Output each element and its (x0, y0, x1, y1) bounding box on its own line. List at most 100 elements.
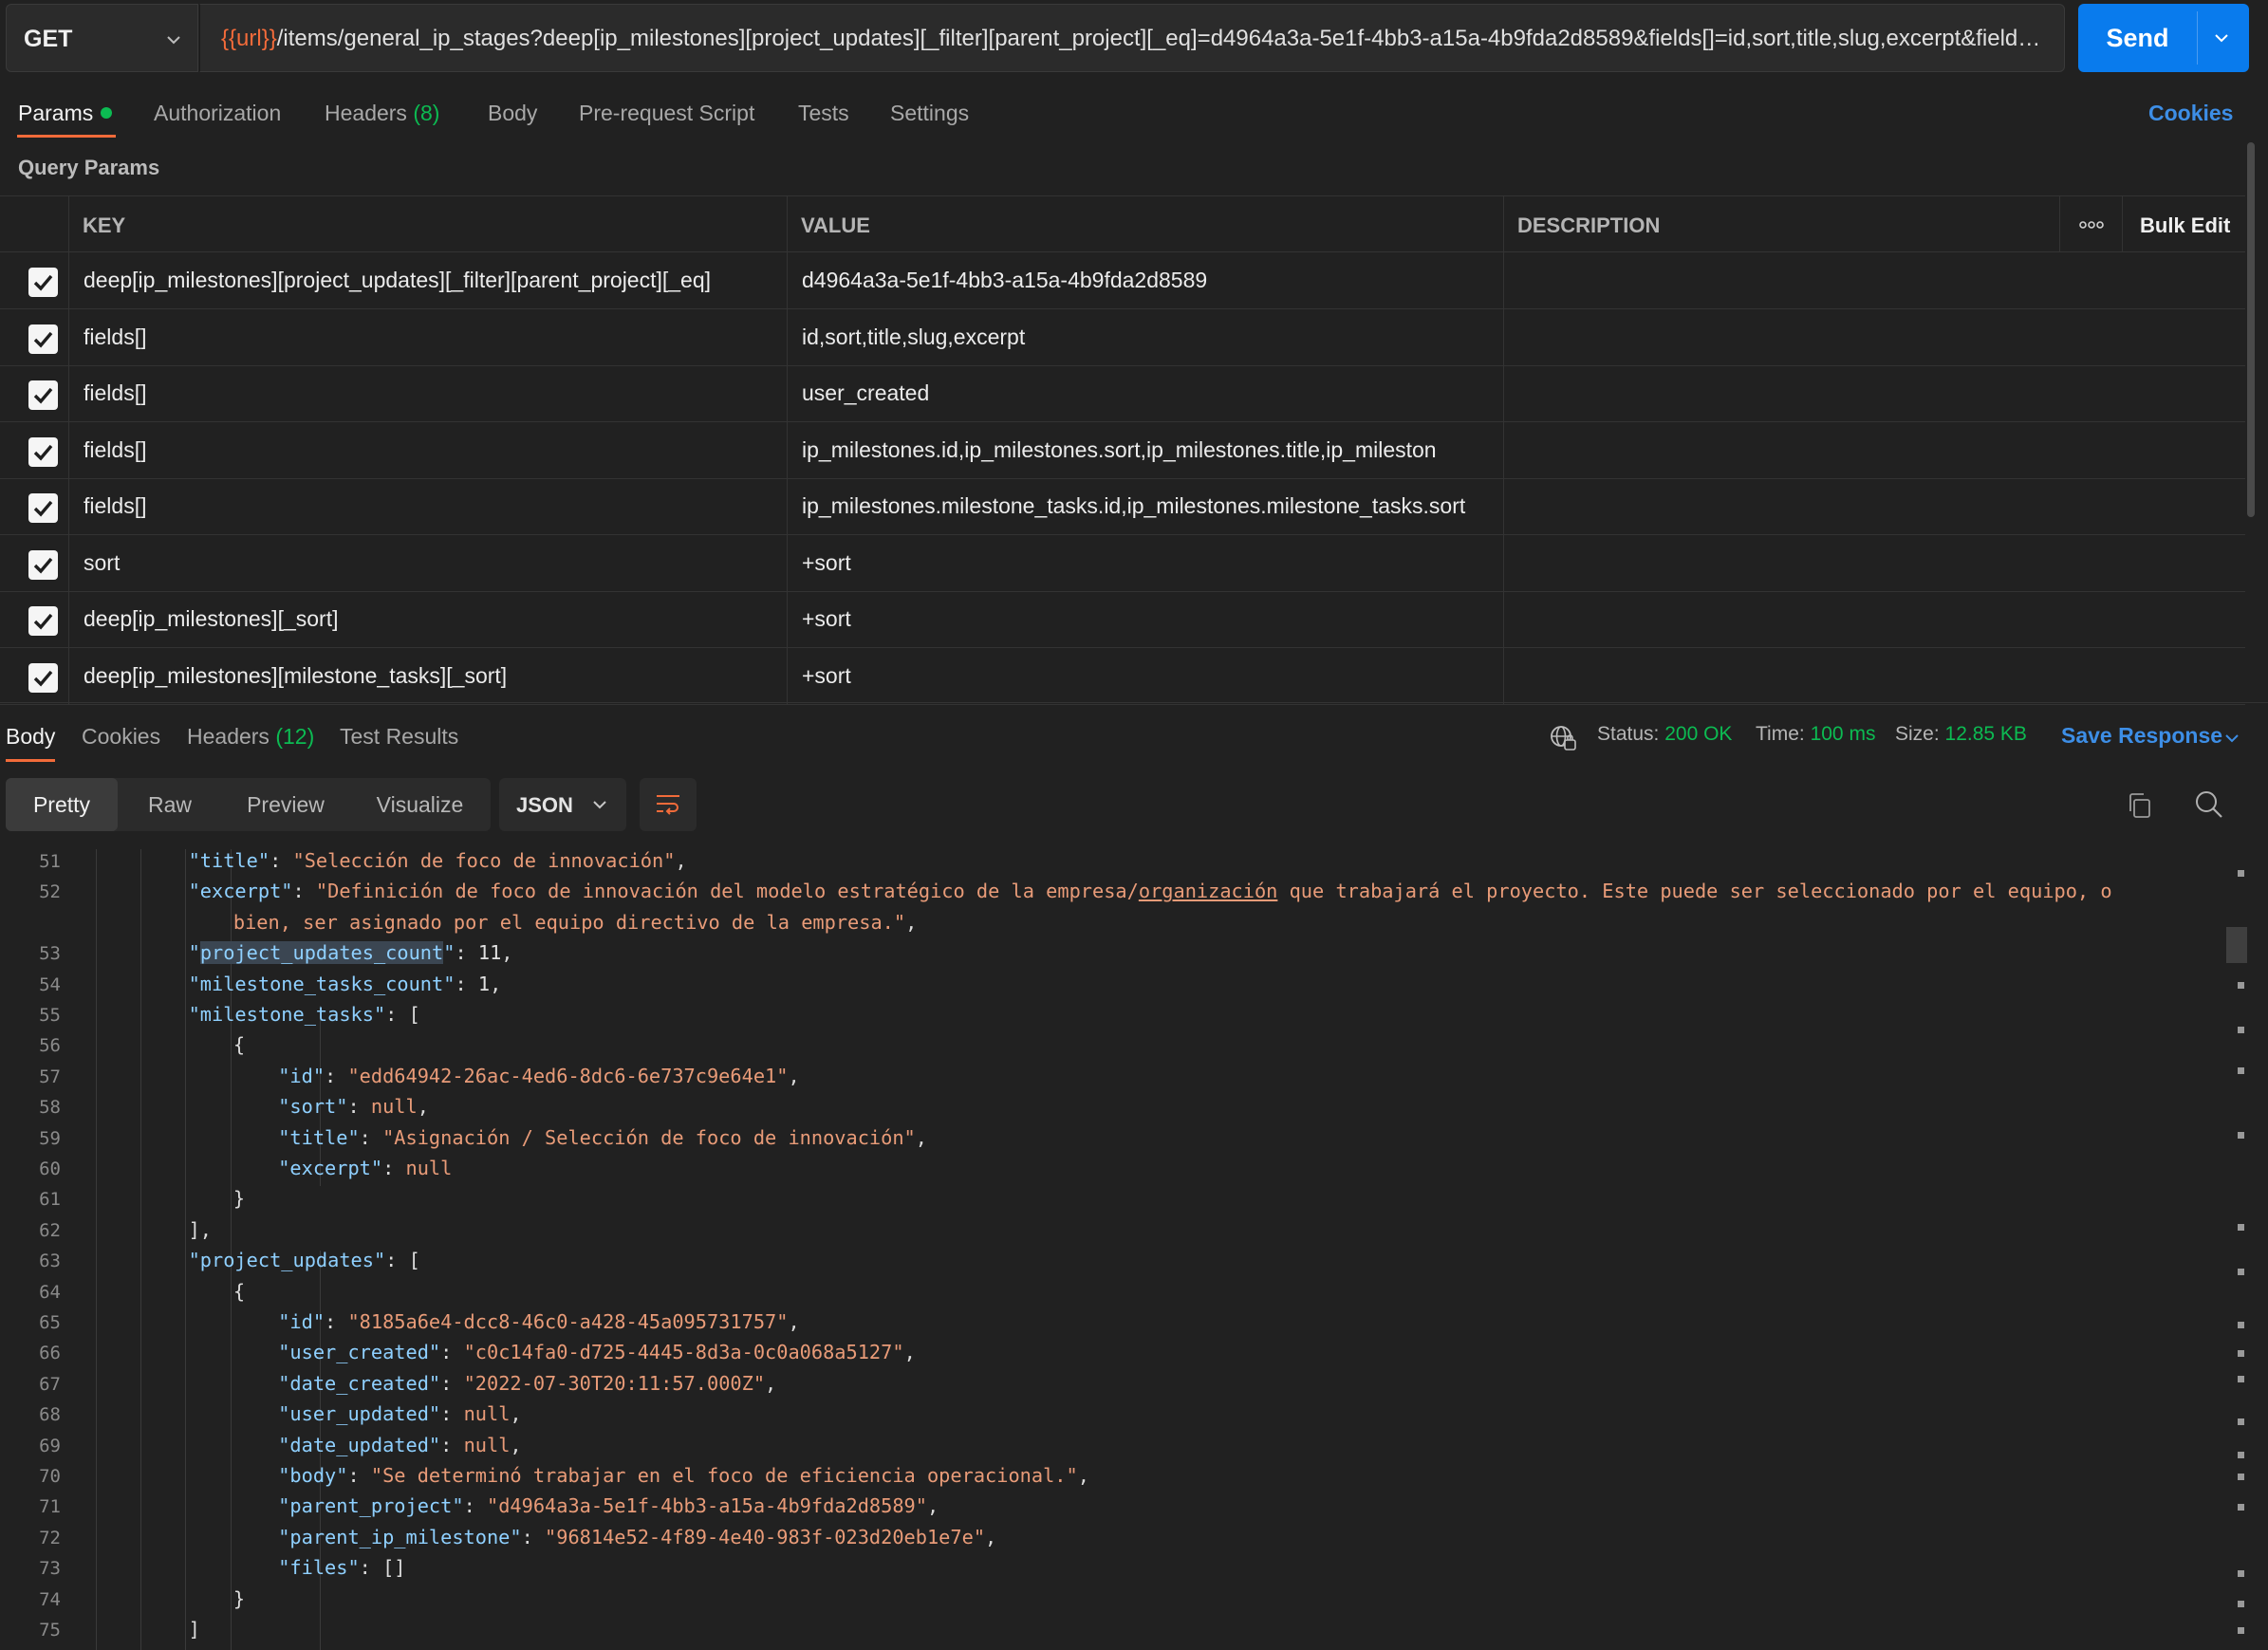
tab-body[interactable]: Body (488, 101, 537, 126)
param-key-cell[interactable]: deep[ip_milestones][milestone_tasks][_so… (68, 647, 787, 704)
param-value-cell[interactable]: +sort (787, 591, 1503, 647)
param-value-cell[interactable]: id,sort,title,slug,excerpt (787, 308, 1503, 365)
param-description-cell[interactable] (1503, 308, 2245, 365)
chevron-down-icon[interactable] (2211, 28, 2232, 48)
response-body-code[interactable]: 51 "title": "Selección de foco de innovac… (0, 849, 2226, 1650)
param-key: deep[ip_milestones][milestone_tasks][_so… (84, 662, 508, 688)
param-value-cell[interactable]: +sort (787, 534, 1503, 591)
code-token: : (440, 1402, 464, 1426)
params-scrollbar[interactable] (2247, 142, 2255, 517)
send-button[interactable]: Send (2078, 4, 2249, 72)
line-number: 59 (39, 1127, 61, 1149)
header-check-cell (0, 196, 68, 251)
search-icon[interactable] (2194, 789, 2224, 820)
status-indicator[interactable]: Status: 200 OK (1597, 723, 1732, 746)
cookies-link[interactable]: Cookies (2148, 101, 2233, 126)
param-key-cell[interactable]: sort (68, 534, 787, 591)
tab-headers[interactable]: Headers (8) (325, 101, 439, 126)
time-indicator[interactable]: Time: 100 ms (1756, 723, 1875, 746)
globe-icon[interactable] (1549, 724, 1577, 752)
param-key: fields[] (84, 436, 147, 462)
code-token: : (440, 1341, 464, 1364)
check-cell (0, 591, 68, 647)
response-tab-test-results[interactable]: Test Results (340, 724, 458, 750)
more-options-button[interactable] (2059, 196, 2122, 251)
table-row: deep[ip_milestones][project_updates][_fi… (0, 252, 2245, 309)
code-line: 75] (0, 1618, 2226, 1648)
param-enabled-checkbox[interactable] (28, 324, 58, 354)
param-key-cell[interactable]: fields[] (68, 421, 787, 478)
code-scrollbar[interactable] (2224, 849, 2247, 1650)
url-input[interactable]: {{url}}/items/general_ip_stages?deep[ip_… (199, 4, 2065, 72)
param-key-cell[interactable]: fields[] (68, 308, 787, 365)
param-value-cell[interactable]: ip_milestones.milestone_tasks.id,ip_mile… (787, 478, 1503, 534)
param-description-cell[interactable] (1503, 534, 2245, 591)
copy-icon[interactable] (2126, 791, 2154, 820)
param-enabled-checkbox[interactable] (28, 380, 58, 410)
param-description-cell[interactable] (1503, 647, 2245, 704)
code-line: 53 "project_updates_count": 11, (0, 941, 2226, 972)
scrollbar-marker (2238, 1376, 2244, 1382)
code-line: 70 "body": "Se determinó trabajar en el f… (0, 1464, 2226, 1494)
param-description-cell[interactable] (1503, 252, 2245, 308)
response-tab-body[interactable]: Body (6, 724, 55, 750)
param-description-cell[interactable] (1503, 478, 2245, 534)
size-indicator[interactable]: Size: 12.85 KB (1895, 723, 2027, 746)
param-enabled-checkbox[interactable] (28, 268, 58, 297)
param-value-cell[interactable]: +sort (787, 647, 1503, 704)
response-tab-cookies[interactable]: Cookies (82, 724, 160, 750)
format-select[interactable]: JSON (499, 778, 626, 831)
scrollbar-marker (2238, 1132, 2244, 1139)
tab-authorization[interactable]: Authorization (154, 101, 281, 126)
param-description-cell[interactable] (1503, 365, 2245, 421)
save-response-button[interactable]: Save Response (2061, 723, 2222, 749)
table-row: fields[] ip_milestones.milestone_tasks.id… (0, 478, 2245, 535)
code-token: "excerpt" (278, 1157, 383, 1179)
line-number: 66 (39, 1343, 61, 1364)
param-enabled-checkbox[interactable] (28, 606, 58, 636)
view-visualize-button[interactable]: Visualize (349, 778, 491, 831)
line-number: 51 (39, 851, 61, 872)
tab-tests[interactable]: Tests (798, 101, 849, 126)
param-value: user_created (802, 380, 930, 405)
code-line: 65 "id": "8185a6e4-dcc8-46c0-a428-45a0957… (0, 1310, 2226, 1341)
param-enabled-checkbox[interactable] (28, 549, 58, 580)
param-key-cell[interactable]: deep[ip_milestones][project_updates][_fi… (68, 252, 787, 308)
param-key-cell[interactable]: fields[] (68, 478, 787, 534)
param-key-cell[interactable]: fields[] (68, 365, 787, 421)
method-select[interactable]: GET (6, 4, 198, 72)
code-token: que trabajará el proyecto. Este puede se… (1277, 880, 2112, 903)
param-description-cell[interactable] (1503, 421, 2245, 478)
table-row: sort +sort (0, 534, 2245, 592)
param-description-cell[interactable] (1503, 591, 2245, 647)
code-content: "parent_project": "d4964a3a-5e1f-4bb3-a1… (278, 1494, 939, 1517)
wrap-lines-button[interactable] (640, 778, 697, 831)
param-enabled-checkbox[interactable] (28, 493, 58, 523)
param-enabled-checkbox[interactable] (28, 436, 58, 467)
view-raw-button[interactable]: Raw (118, 778, 222, 831)
code-content: "files": [] (278, 1556, 405, 1579)
tab-pre-request-script[interactable]: Pre-request Script (579, 101, 754, 126)
view-preview-button[interactable]: Preview (222, 778, 349, 831)
tab-settings[interactable]: Settings (890, 101, 969, 126)
chevron-down-icon[interactable] (2222, 729, 2241, 748)
line-number: 71 (39, 1496, 61, 1518)
response-headers-count: (12) (275, 724, 315, 749)
param-key-cell[interactable]: deep[ip_milestones][_sort] (68, 591, 787, 647)
code-scrollbar-thumb[interactable] (2226, 927, 2247, 963)
view-pretty-button[interactable]: Pretty (6, 778, 118, 831)
line-number: 52 (39, 881, 61, 903)
param-value-cell[interactable]: ip_milestones.id,ip_milestones.sort,ip_m… (787, 421, 1503, 478)
code-content: "date_updated": null, (278, 1434, 521, 1456)
code-line: 69 "date_updated": null, (0, 1434, 2226, 1464)
code-token: : [ (385, 1003, 420, 1026)
bulk-edit-button[interactable]: Bulk Edit (2122, 196, 2245, 251)
code-token: : (270, 849, 293, 872)
param-value-cell[interactable]: d4964a3a-5e1f-4bb3-a15a-4b9fda2d8589 (787, 252, 1503, 308)
code-token: "c0c14fa0-d725-4445-8d3a-0c0a068a5127" (463, 1341, 904, 1364)
tab-params[interactable]: Params (18, 101, 113, 126)
response-tab-headers[interactable]: Headers (12) (187, 724, 314, 750)
param-value-cell[interactable]: user_created (787, 365, 1503, 421)
code-token: : (347, 1095, 371, 1119)
param-enabled-checkbox[interactable] (28, 662, 58, 693)
